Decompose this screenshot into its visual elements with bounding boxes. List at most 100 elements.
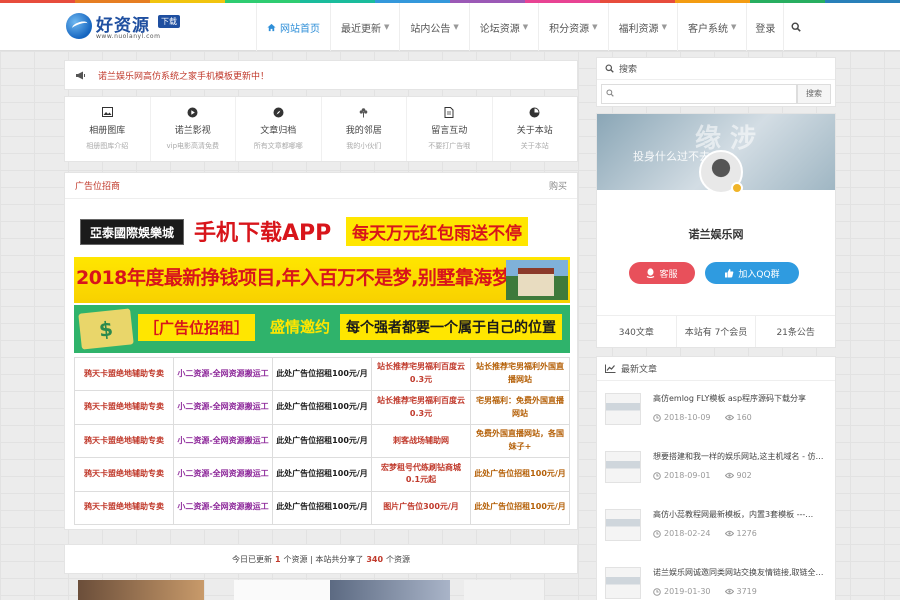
clock-icon (653, 413, 661, 422)
text-ad-link[interactable]: 此处广告位招租100元/月 (273, 458, 372, 492)
quick-link-guestbook[interactable]: 留言互动 不要打广告哦 (407, 97, 493, 161)
globe-logo-icon (66, 13, 92, 39)
text-ad-link[interactable]: 此处广告位招租100元/月 (273, 391, 372, 425)
notice-text[interactable]: 诺兰娱乐网高仿系统之家手机模板更新中！ (98, 69, 269, 82)
latest-article-item[interactable]: 高仿emlog FLY模板 asp程序源码下载分享 2018-10-09 160 (605, 391, 831, 435)
article-thumbnail[interactable] (605, 509, 641, 541)
nav-client-label: 客户系统 (687, 23, 728, 35)
text-ad-link[interactable]: 鸦天卡盟绝地辅助专卖 (75, 391, 174, 425)
nav-client[interactable]: 客户系统 ▼ (676, 3, 746, 51)
money-icon: $ (78, 308, 134, 350)
text-ad-link[interactable]: 小二资源-全网资源搬运工 (174, 491, 273, 525)
search-button[interactable]: 搜索 (797, 84, 831, 104)
notice-bar: 诺兰娱乐网高仿系统之家手机模板更新中！ (64, 60, 578, 90)
quick-link-neighbors[interactable]: 我的邻居 我的小伙们 (322, 97, 407, 161)
text-ad-link[interactable]: 宏梦租号代练刷钻商城0.1元起 (372, 458, 471, 492)
nav-welfare[interactable]: 福利资源 ▼ (607, 3, 677, 51)
ad-banner-rent-label: ［广告位招租］ (138, 314, 256, 341)
text-ad-link[interactable]: 小二资源-全网资源搬运工 (174, 391, 273, 425)
post-thumbnail[interactable] (78, 580, 204, 600)
stat-notices[interactable]: 21条公告 (756, 316, 835, 347)
article-title[interactable]: 高仿emlog FLY模板 asp程序源码下载分享 (653, 393, 829, 404)
post-thumbnail[interactable] (464, 580, 544, 600)
ad-buy-link[interactable]: 购买 (549, 179, 567, 192)
search-input[interactable] (601, 84, 797, 104)
text-ad-link[interactable]: 此处广告位招租100元/月 (273, 358, 372, 392)
quick-link-movies[interactable]: 诺兰影视 vip电影高清免费 (151, 97, 236, 161)
text-ad-link[interactable]: 小二资源-全网资源搬运工 (174, 458, 273, 492)
stats-today: 1 (274, 554, 281, 564)
nav-notice[interactable]: 站内公告 ▼ (399, 3, 468, 51)
text-ad-link[interactable]: 宅男福利：免费外国直播网站 (471, 391, 570, 425)
text-ad-link[interactable]: 鸦天卡盟绝地辅助专卖 (75, 491, 174, 525)
quick-link-title: 相册图库 (89, 126, 126, 136)
article-title[interactable]: 高仿小蕊教程网最新模板，内置3套模板 ---… (653, 509, 829, 520)
post-thumbnails (64, 580, 578, 600)
quick-link-title: 留言互动 (431, 126, 468, 136)
article-title[interactable]: 诺兰娱乐网诚邀同类网站交换友情链接,取链全… (653, 567, 829, 578)
site-logo[interactable]: 好资源 下载 www.nuolanyl.com (66, 9, 186, 45)
quick-link-title: 我的邻居 (345, 126, 382, 136)
latest-article-item[interactable]: 高仿小蕊教程网最新模板，内置3套模板 ---… 2018-02-24 1276 (605, 507, 831, 551)
eye-icon (724, 530, 734, 537)
latest-articles-title: 最新文章 (621, 365, 658, 375)
latest-articles: 最新文章 高仿emlog FLY模板 asp程序源码下载分享 2018-10-09… (596, 356, 836, 600)
text-ad-link[interactable]: 小二资源-全网资源搬运工 (174, 358, 273, 392)
customer-service-button[interactable]: 客服 (629, 262, 695, 284)
text-ad-link[interactable]: 站长推荐宅男福利百度云0.3元 (372, 358, 471, 392)
nav-home[interactable]: 网站首页 (256, 3, 330, 51)
stat-articles[interactable]: 340文章 (597, 316, 677, 347)
ad-banner-rent[interactable]: $ ［广告位招租］ 盛情邀约 每个强者都要一个属于自己的位置 (74, 305, 570, 353)
sidebar-search: 搜索 搜索 (596, 57, 836, 107)
article-views: 902 (736, 471, 752, 480)
post-thumbnail[interactable] (330, 580, 450, 600)
sidebar-search-title: 搜索 (619, 65, 638, 75)
text-ad-link[interactable]: 免费外国直播网站，各国妹子+ (471, 424, 570, 459)
latest-article-item[interactable]: 诺兰娱乐网诚邀同类网站交换友情链接,取链全… 2019-01-30 3719 (605, 565, 831, 600)
article-thumbnail[interactable] (605, 451, 641, 483)
chevron-down-icon: ▼ (592, 23, 598, 31)
text-ad-link[interactable]: 此处广告位招租100元/月 (471, 491, 570, 525)
text-ad-link[interactable]: 图片广告位300元/月 (372, 491, 471, 525)
join-qq-group-button[interactable]: 加入QQ群 (705, 262, 799, 284)
text-ad-link[interactable]: 此处广告位招租100元/月 (273, 491, 372, 525)
nav-points[interactable]: 积分资源 ▼ (538, 3, 607, 51)
text-ad-link[interactable]: 鸦天卡盟绝地辅助专卖 (75, 358, 174, 392)
quick-link-sub: 相册图库介绍 (86, 142, 129, 150)
document-icon (443, 106, 455, 118)
text-ad-link[interactable]: 小二资源-全网资源搬运工 (174, 424, 273, 459)
post-thumbnail[interactable] (234, 580, 344, 600)
text-ad-link[interactable]: 此处广告位招租100元/月 (273, 424, 372, 459)
article-title[interactable]: 想要搭建和我一样的娱乐网站,这主机域名 - 仿… (653, 451, 829, 462)
article-date: 2019-01-30 (664, 587, 711, 596)
clock-icon (653, 471, 661, 480)
text-ad-link[interactable]: 站长推荐宅男福利百度云0.3元 (372, 391, 471, 425)
trend-chart-icon (605, 364, 616, 373)
nav-recent[interactable]: 最近更新 ▼ (330, 3, 399, 51)
ad-banner-project[interactable]: 2018年度最新挣钱项目,年入百万不是梦,别墅靠海梦成真 (74, 257, 570, 303)
text-ad-link[interactable]: 鸦天卡盟绝地辅助专卖 (75, 458, 174, 492)
nav-search-button[interactable] (783, 3, 807, 51)
profile-card: 缘 涉 投身什么过不去 … 诺兰娱乐网 客服 加入QQ群 340文章 本站有 7… (596, 113, 836, 348)
ad-section: 广告位招商 购买 亞泰國際娛樂城 手机下载APP 每天万元红包雨送不停 2018… (64, 172, 578, 530)
text-ad-link[interactable]: 此处广告位招租100元/月 (471, 458, 570, 492)
verified-badge-icon (731, 182, 743, 194)
ad-banner-app-text: 手机下载APP (194, 221, 332, 246)
quick-link-about[interactable]: 关于本站 关于本站 (493, 97, 578, 161)
quick-link-gallery[interactable]: 相册图库 相册图库介绍 (65, 97, 151, 161)
eye-icon (724, 588, 734, 595)
latest-article-item[interactable]: 想要搭建和我一样的娱乐网站,这主机域名 - 仿… 2018-09-01 902 (605, 449, 831, 493)
quick-link-archive[interactable]: 文章归档 所有文章都哪哪 (236, 97, 322, 161)
stat-members[interactable]: 本站有 7个会员 (677, 316, 757, 347)
login-link[interactable]: 登录 (746, 3, 783, 51)
nav-forum[interactable]: 论坛资源 ▼ (468, 3, 538, 51)
text-ad-link[interactable]: 刺客战场辅助网 (372, 424, 471, 459)
flower-icon (358, 106, 370, 118)
text-ad-link[interactable]: 站长推荐宅男福利外国直播网站 (471, 358, 570, 392)
article-views: 3719 (736, 587, 757, 596)
ad-banner-app[interactable]: 亞泰國際娛樂城 手机下载APP 每天万元红包雨送不停 (74, 211, 570, 253)
article-thumbnail[interactable] (605, 567, 641, 599)
text-ad-link[interactable]: 鸦天卡盟绝地辅助专卖 (75, 424, 174, 459)
article-date: 2018-09-01 (664, 471, 711, 480)
article-thumbnail[interactable] (605, 393, 641, 425)
